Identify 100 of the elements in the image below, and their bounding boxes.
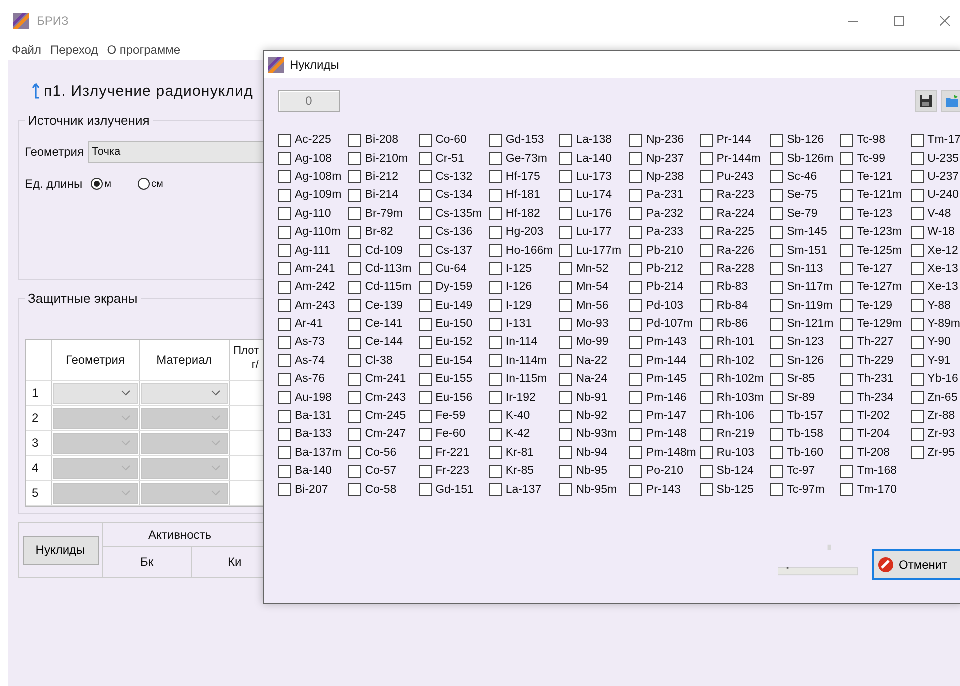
nuclide-checkbox[interactable]: Eu-154: [418, 352, 489, 370]
nuclide-checkbox[interactable]: La-138: [559, 131, 630, 150]
nuclide-checkbox[interactable]: Rh-102: [700, 352, 770, 370]
nuclide-checkbox[interactable]: Y-90: [910, 333, 959, 352]
nuclide-checkbox[interactable]: Cs-135m: [418, 204, 489, 223]
nuclide-checkbox[interactable]: Th-229: [840, 352, 911, 370]
nuclide-checkbox[interactable]: Eu-155: [418, 370, 489, 388]
nuclide-checkbox[interactable]: Ra-225: [700, 222, 770, 242]
nuclide-checkbox[interactable]: Ra-223: [700, 186, 770, 205]
nuclide-checkbox[interactable]: Rh-103m: [700, 388, 770, 407]
nuclide-checkbox[interactable]: Sm-151: [770, 241, 840, 260]
nuclide-checkbox[interactable]: Pm-143: [629, 333, 700, 352]
nuclide-checkbox[interactable]: Cs-134: [418, 186, 489, 205]
minimize-icon[interactable]: [848, 20, 858, 22]
nuclide-checkbox[interactable]: Yb-16: [910, 370, 959, 388]
nuclide-checkbox[interactable]: I-129: [488, 296, 560, 315]
nuclide-checkbox[interactable]: Tm-170: [840, 480, 911, 499]
nuclide-checkbox[interactable]: Tb-160: [770, 444, 840, 462]
nuclide-checkbox[interactable]: Zr-95: [910, 444, 959, 462]
nuclide-checkbox[interactable]: Tb-158: [770, 425, 840, 444]
nuclide-checkbox[interactable]: Sm-145: [770, 222, 840, 242]
nuclide-checkbox[interactable]: Rb-83: [700, 278, 770, 297]
nuclide-checkbox[interactable]: Am-242: [278, 278, 348, 297]
menu-item[interactable]: Файл: [12, 43, 42, 57]
nuclide-checkbox[interactable]: Ag-111: [278, 241, 348, 260]
nuclide-checkbox[interactable]: Fe-60: [418, 425, 489, 444]
nuclide-checkbox[interactable]: Rb-86: [700, 314, 770, 334]
nuclide-checkbox[interactable]: Tc-98: [840, 131, 911, 150]
nuclide-checkbox[interactable]: U-235: [910, 149, 959, 168]
nuclide-checkbox[interactable]: Zr-93: [910, 425, 959, 444]
nuclide-checkbox[interactable]: Na-22: [559, 352, 630, 370]
nuclide-checkbox[interactable]: Sn-123: [770, 333, 840, 352]
nuclide-checkbox[interactable]: Cs-132: [418, 168, 489, 186]
nuclide-checkbox[interactable]: Cu-64: [418, 260, 489, 278]
nuclide-checkbox[interactable]: Y-89m: [910, 314, 959, 334]
nuclide-checkbox[interactable]: Co-57: [348, 462, 419, 480]
nuclide-checkbox[interactable]: In-114: [488, 333, 560, 352]
nuclide-checkbox[interactable]: Ba-137m: [278, 444, 348, 462]
nuclide-checkbox[interactable]: Eu-150: [418, 314, 489, 334]
nuclide-checkbox[interactable]: Tc-97: [770, 462, 840, 480]
menu-item[interactable]: О программе: [107, 43, 181, 57]
nuclide-checkbox[interactable]: Te-121m: [840, 186, 911, 205]
nuclide-checkbox[interactable]: Pm-146: [629, 388, 700, 407]
nuclide-checkbox[interactable]: Te-129m: [840, 314, 911, 334]
nuclide-checkbox[interactable]: Hf-181: [488, 186, 560, 205]
nuclide-checkbox[interactable]: Fr-221: [418, 444, 489, 462]
nuclide-checkbox[interactable]: Tl-202: [840, 406, 911, 426]
nuclide-checkbox[interactable]: Ra-224: [700, 204, 770, 223]
nuclide-checkbox[interactable]: Nb-95: [559, 462, 630, 480]
nuclide-checkbox[interactable]: U-237: [910, 168, 959, 186]
nuclide-checkbox[interactable]: Lu-174: [559, 186, 630, 205]
nuclide-checkbox[interactable]: Cl-38: [348, 352, 419, 370]
close-icon[interactable]: [940, 16, 950, 26]
nuclide-checkbox[interactable]: Te-125m: [840, 241, 911, 260]
nuclide-checkbox[interactable]: Cd-109: [348, 241, 419, 260]
nuclide-checkbox[interactable]: Pd-103: [629, 296, 700, 315]
nuclide-checkbox[interactable]: Xe-13: [910, 260, 959, 278]
nuclide-checkbox[interactable]: Mo-93: [559, 314, 630, 334]
nuclide-checkbox[interactable]: Lu-173: [559, 168, 630, 186]
nuclide-checkbox[interactable]: Rh-106: [700, 406, 770, 426]
maximize-icon[interactable]: [894, 16, 904, 26]
nuclide-checkbox[interactable]: Lu-177: [559, 222, 630, 242]
nuclide-checkbox[interactable]: Sc-46: [770, 168, 840, 186]
nuclide-checkbox[interactable]: Nb-93m: [559, 425, 630, 444]
nuclide-checkbox[interactable]: Ra-228: [700, 260, 770, 278]
table-dropdown[interactable]: [53, 382, 138, 404]
nuclide-checkbox[interactable]: Bi-212: [348, 168, 419, 186]
nuclide-checkbox[interactable]: Th-234: [840, 388, 911, 407]
nuclide-checkbox[interactable]: Eu-152: [418, 333, 489, 352]
nuclide-checkbox[interactable]: Gd-153: [488, 131, 560, 150]
nuclide-checkbox[interactable]: Co-56: [348, 444, 419, 462]
nuclide-checkbox[interactable]: I-126: [488, 278, 560, 297]
nuclide-checkbox[interactable]: Mn-52: [559, 260, 630, 278]
nuclide-checkbox[interactable]: Pa-232: [629, 204, 700, 223]
nuclide-checkbox[interactable]: Te-123m: [840, 222, 911, 242]
nuclide-checkbox[interactable]: Pb-210: [629, 241, 700, 260]
nuclide-checkbox[interactable]: Sr-89: [770, 388, 840, 407]
nuclide-checkbox[interactable]: Pr-143: [629, 480, 700, 499]
nuclide-checkbox[interactable]: Sn-126: [770, 352, 840, 370]
nuclide-checkbox[interactable]: Tb-157: [770, 406, 840, 426]
nuclides-button[interactable]: Нуклиды: [22, 536, 98, 564]
nuclide-checkbox[interactable]: Nb-94: [559, 444, 630, 462]
nuclide-checkbox[interactable]: W-18: [910, 222, 959, 242]
nuclide-checkbox[interactable]: Cm-247: [348, 425, 419, 444]
nuclide-checkbox[interactable]: Sr-85: [770, 370, 840, 388]
nuclide-checkbox[interactable]: Pm-147: [629, 406, 700, 426]
nuclide-checkbox[interactable]: Br-82: [348, 222, 419, 242]
nuclide-checkbox[interactable]: Ag-109m: [278, 186, 348, 205]
nuclide-checkbox[interactable]: Hf-182: [488, 204, 560, 223]
nuclide-checkbox[interactable]: Bi-210m: [348, 149, 419, 168]
nuclide-checkbox[interactable]: Rh-102m: [700, 370, 770, 388]
nuclide-checkbox[interactable]: Sb-125: [700, 480, 770, 499]
menu-item[interactable]: Переход: [50, 43, 98, 57]
nuclide-checkbox[interactable]: Pb-212: [629, 260, 700, 278]
nuclide-checkbox[interactable]: Np-238: [629, 168, 700, 186]
nuclide-checkbox[interactable]: As-76: [278, 370, 348, 388]
nuclide-checkbox[interactable]: Nb-95m: [559, 480, 630, 499]
nuclide-checkbox[interactable]: Bi-214: [348, 186, 419, 205]
nuclide-checkbox[interactable]: Sb-124: [700, 462, 770, 480]
nuclide-checkbox[interactable]: Mo-99: [559, 333, 630, 352]
